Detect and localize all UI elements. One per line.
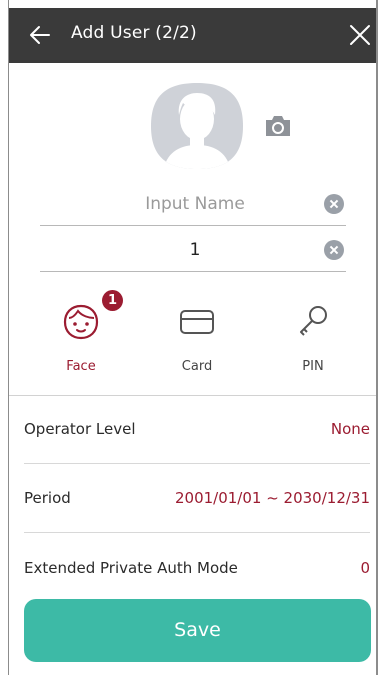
card-icon	[180, 310, 214, 334]
number-input[interactable]	[40, 232, 310, 268]
row-divider	[24, 463, 370, 464]
left-frame-border	[8, 0, 9, 675]
name-field	[40, 186, 346, 226]
setting-period[interactable]: Period 2001/01/01 ~ 2030/12/31	[24, 465, 370, 533]
auth-method-pin[interactable]: PIN	[268, 290, 358, 382]
camera-icon[interactable]	[263, 113, 293, 139]
auth-method-face[interactable]: 1 Face	[36, 290, 126, 382]
setting-label: Operator Level	[24, 420, 136, 438]
auth-method-label: Face	[66, 359, 96, 374]
save-button[interactable]: Save	[24, 599, 371, 662]
setting-operator-level[interactable]: Operator Level None	[24, 396, 370, 464]
setting-value: 2001/01/01 ~ 2030/12/31	[174, 489, 370, 507]
face-count-badge: 1	[102, 290, 123, 311]
setting-label: Period	[24, 489, 71, 507]
close-icon[interactable]	[347, 22, 373, 48]
face-icon	[63, 304, 99, 340]
setting-value: 0	[360, 559, 370, 577]
arrow-left-icon[interactable]	[27, 22, 53, 48]
clear-number-button[interactable]	[324, 240, 344, 260]
setting-label: Extended Private Auth Mode	[24, 559, 238, 577]
user-avatar-icon[interactable]	[149, 81, 245, 171]
number-field	[40, 232, 346, 272]
key-icon	[300, 306, 327, 336]
clear-name-button[interactable]	[324, 194, 344, 214]
setting-extended-private-auth-mode[interactable]: Extended Private Auth Mode 0	[24, 534, 370, 602]
page-title: Add User (2/2)	[71, 23, 197, 43]
name-input[interactable]	[40, 186, 310, 222]
row-divider	[24, 532, 370, 533]
setting-value: None	[330, 420, 370, 438]
header-bar: Add User (2/2)	[9, 8, 376, 63]
auth-method-label: PIN	[302, 359, 324, 374]
auth-method-card[interactable]: Card	[152, 290, 242, 382]
auth-method-label: Card	[181, 359, 213, 374]
